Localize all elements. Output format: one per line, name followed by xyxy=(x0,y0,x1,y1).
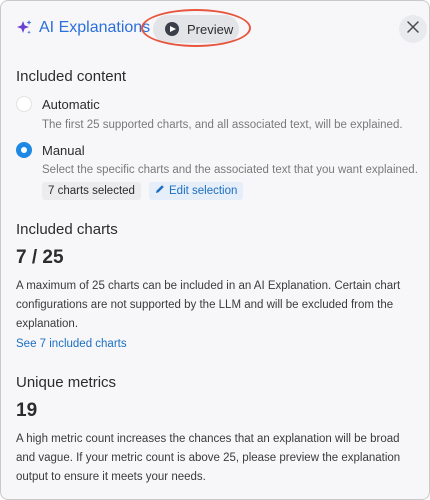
preview-button-label: Preview xyxy=(187,21,234,37)
charts-selected-badge: 7 charts selected xyxy=(42,182,141,200)
included-charts-heading: Included charts xyxy=(16,221,118,238)
pencil-icon xyxy=(155,182,169,200)
manual-radio[interactable] xyxy=(16,142,32,158)
edit-selection-label: Edit selection xyxy=(169,185,238,197)
edit-selection-button[interactable]: Edit selection xyxy=(149,182,244,200)
included-charts-count: 7 / 25 xyxy=(16,247,64,268)
automatic-radio[interactable] xyxy=(16,96,32,112)
play-icon xyxy=(165,22,179,36)
close-button[interactable] xyxy=(399,15,427,43)
unique-metrics-count: 19 xyxy=(16,400,38,421)
preview-button[interactable]: Preview xyxy=(153,15,239,43)
unique-metrics-description: A high metric count increases the chance… xyxy=(16,433,401,483)
manual-option-description: Select the specific charts and the assoc… xyxy=(42,164,418,176)
included-content-heading: Included content xyxy=(16,68,127,85)
panel-header: AI Explanations Preview xyxy=(1,1,429,53)
manual-option-label: Manual xyxy=(42,143,85,158)
ai-explanations-panel: AI Explanations Preview Included content… xyxy=(0,0,430,500)
sparkle-icon xyxy=(15,19,33,37)
unique-metrics-heading: Unique metrics xyxy=(16,374,117,391)
automatic-option-description: The first 25 supported charts, and all a… xyxy=(42,119,403,131)
panel-title: AI Explanations xyxy=(39,19,151,36)
see-included-charts-link[interactable]: See 7 included charts xyxy=(16,338,127,350)
automatic-option-label: Automatic xyxy=(42,97,100,112)
close-icon xyxy=(407,20,419,38)
included-charts-description: A maximum of 25 charts can be included i… xyxy=(16,280,401,330)
